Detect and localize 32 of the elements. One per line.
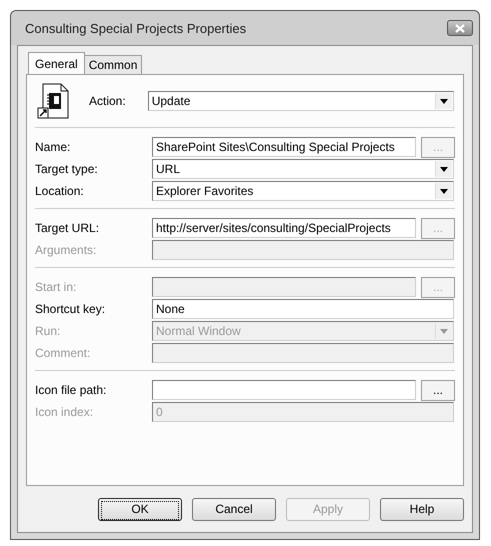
input-field[interactable]: None: [152, 299, 454, 319]
input-field[interactable]: http://server/sites/consulting/SpecialProjects: [152, 218, 416, 238]
input-field[interactable]: [152, 277, 416, 297]
field-label: Comment:: [35, 346, 92, 360]
field-label: Name:: [35, 140, 72, 154]
dialog-button[interactable]: Cancel: [192, 498, 276, 521]
browse-button[interactable]: ...: [421, 380, 455, 400]
dialog-button[interactable]: Help: [380, 498, 464, 521]
field-label: Start in:: [35, 280, 78, 294]
field-label: Run:: [35, 324, 62, 338]
input-field[interactable]: [152, 343, 454, 363]
shortcut-file-icon: [37, 83, 71, 119]
field-label: Location:: [35, 184, 85, 198]
input-field[interactable]: [152, 240, 454, 260]
close-button[interactable]: [447, 20, 473, 36]
field-label: Target type:: [35, 162, 99, 176]
field-label: Icon file path:: [35, 383, 108, 397]
input-field[interactable]: SharePoint Sites\Consulting Special Projects: [152, 137, 416, 157]
window-title: Consulting Special Projects Properties: [25, 20, 246, 36]
tab[interactable]: General: [28, 52, 85, 74]
field-label: Icon index:: [35, 405, 94, 419]
dropdown[interactable]: Explorer Favorites: [152, 181, 454, 201]
field-label: Target URL:: [35, 221, 100, 235]
field-label: Arguments:: [35, 243, 98, 257]
field-label: Shortcut key:: [35, 302, 106, 316]
action-dropdown[interactable]: Update: [148, 91, 454, 111]
action-label: Action:: [89, 94, 126, 108]
tab[interactable]: Common: [84, 55, 142, 74]
input-field[interactable]: [152, 380, 416, 400]
dialog-button[interactable]: OK: [98, 498, 182, 521]
close-icon: [454, 24, 466, 32]
dropdown[interactable]: URL: [152, 159, 454, 179]
